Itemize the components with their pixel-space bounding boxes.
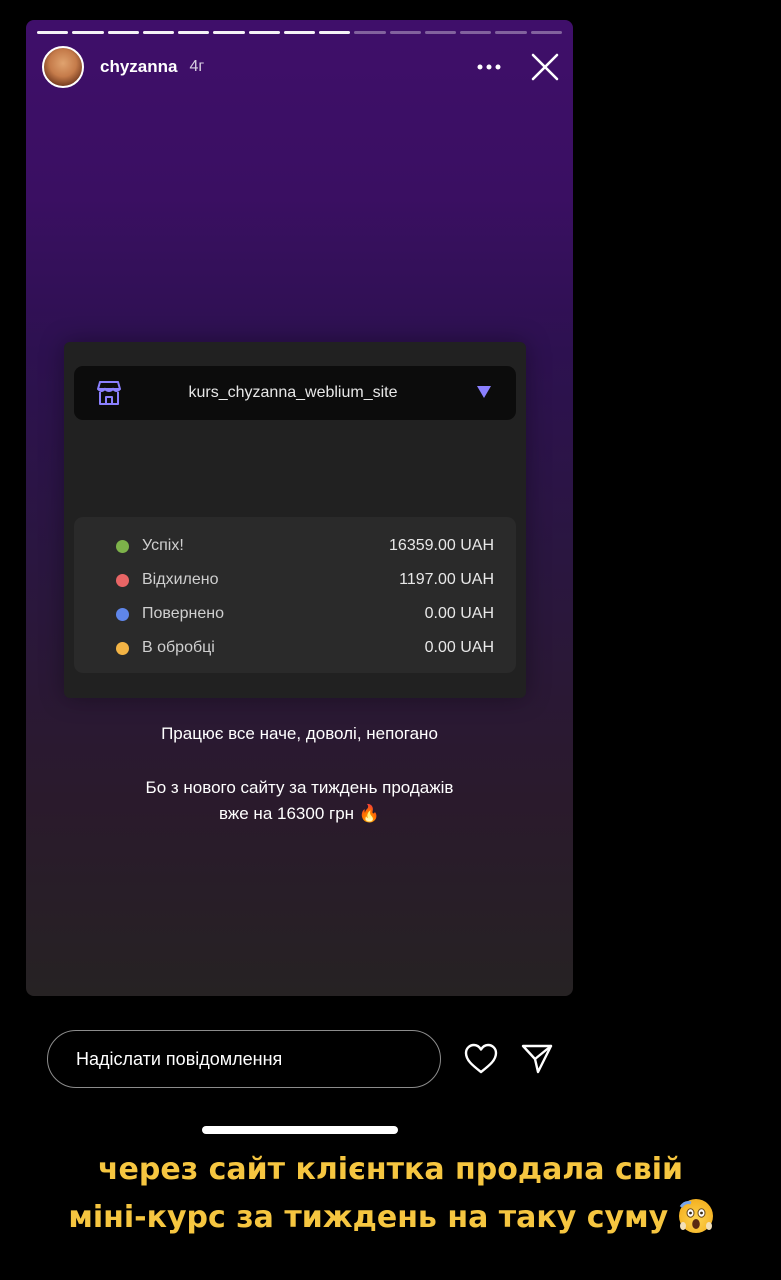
store-icon	[97, 381, 121, 405]
scream-emoji-icon	[678, 1199, 713, 1233]
story-caption-2-line-a: Бо з нового сайту за тиждень продажів	[145, 778, 454, 797]
story-caption-2-line-b: вже на 16300 грн 🔥	[219, 804, 380, 823]
site-name: kurs_chyzanna_weblium_site	[188, 384, 398, 401]
payment-stats: Успіх! 16359.00 UAH Відхилено 1197.00 UA…	[74, 517, 516, 673]
stat-value: 0.00 UAH	[424, 639, 494, 656]
stat-value: 0.00 UAH	[424, 605, 494, 622]
stat-label: Успіх!	[142, 537, 184, 554]
progress-segment	[424, 31, 457, 34]
progress-segment	[213, 31, 245, 34]
status-dot-success	[116, 539, 129, 553]
progress-segment	[319, 31, 351, 34]
story-progress-bar	[37, 31, 562, 34]
stat-value: 16359.00 UAH	[389, 537, 494, 554]
progress-segment	[248, 31, 280, 34]
progress-segment	[72, 31, 104, 34]
username[interactable]: chyzanna	[100, 57, 177, 77]
story-frame[interactable]: chyzanna 4г kurs_chyzanna_weblium_site У…	[26, 20, 573, 996]
more-icon[interactable]	[474, 52, 504, 82]
progress-segment	[460, 31, 492, 34]
stat-row-declined: Відхилено 1197.00 UAH	[74, 563, 516, 597]
overlay-caption: через сайт клієнтка продала свій міні-ку…	[0, 1146, 781, 1242]
reply-placeholder: Надіслати повідомлення	[76, 1048, 283, 1069]
progress-segment	[142, 31, 175, 34]
progress-segment	[283, 31, 316, 34]
status-dot-declined	[116, 573, 129, 587]
stat-row-success: Успіх! 16359.00 UAH	[74, 529, 516, 563]
payments-card: kurs_chyzanna_weblium_site Успіх! 16359.…	[64, 342, 526, 698]
story-caption-1: Працює все наче, доволі, непогано	[161, 724, 438, 743]
story-header: chyzanna 4г	[42, 46, 562, 88]
stat-label: Відхилено	[142, 571, 219, 588]
story-caption-2: Бо з нового сайту за тиждень продажів вж…	[26, 775, 573, 827]
progress-segment	[389, 31, 421, 34]
overlay-caption-line-2: міні-курс за тиждень на таку суму	[0, 1194, 781, 1242]
stat-label: Повернено	[142, 605, 224, 622]
progress-segment	[178, 31, 210, 34]
stat-row-processing: В обробці 0.00 UAH	[74, 631, 516, 665]
overlay-caption-line-2-text: міні-курс за тиждень на таку суму	[68, 1200, 669, 1235]
caret-down-icon[interactable]	[477, 386, 491, 398]
overlay-caption-line-1: через сайт клієнтка продала свій	[97, 1152, 684, 1187]
close-icon[interactable]	[528, 50, 562, 84]
send-icon[interactable]	[520, 1042, 554, 1076]
stat-row-refunded: Повернено 0.00 UAH	[74, 597, 516, 631]
home-indicator	[202, 1126, 398, 1134]
post-time: 4г	[189, 58, 205, 75]
avatar[interactable]	[42, 46, 84, 88]
progress-segment	[354, 31, 386, 34]
progress-segment	[495, 31, 527, 34]
progress-segment	[37, 31, 69, 34]
reply-input[interactable]: Надіслати повідомлення	[47, 1030, 441, 1088]
site-selector[interactable]: kurs_chyzanna_weblium_site	[74, 366, 516, 420]
heart-icon[interactable]	[464, 1043, 498, 1075]
stat-label: В обробці	[142, 639, 215, 656]
status-dot-refunded	[116, 607, 129, 621]
progress-segment	[530, 31, 562, 34]
stat-value: 1197.00 UAH	[399, 571, 494, 588]
status-dot-processing	[116, 641, 129, 655]
progress-segment	[107, 31, 139, 34]
